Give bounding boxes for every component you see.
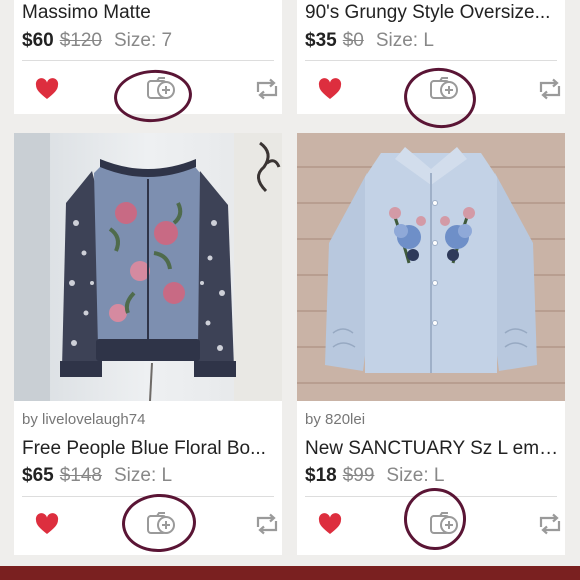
like-button[interactable] xyxy=(32,64,62,114)
add-to-bundle-icon xyxy=(147,512,175,534)
listing-original-price: $120 xyxy=(59,30,102,51)
embroidered-shirt-photo xyxy=(297,133,565,401)
listing-size: Size: L xyxy=(375,30,434,51)
divider xyxy=(305,60,557,61)
share-button[interactable] xyxy=(250,499,282,549)
add-to-bundle-icon xyxy=(147,77,175,99)
add-to-bundle-button[interactable] xyxy=(425,499,465,549)
listing-pricing: $18 $99 Size: L xyxy=(305,465,445,487)
listing-original-price: $99 xyxy=(342,465,375,486)
listing-card-90s-grungy[interactable]: 90's Grungy Style Oversize... $35 $0 Size:… xyxy=(297,0,565,114)
listing-price: $18 xyxy=(305,465,337,486)
listing-card-sanctuary-shirt[interactable]: by 820lei New SANCTUARY Sz L emb... $18 $… xyxy=(297,133,565,555)
listing-title[interactable]: 90's Grungy Style Oversize... xyxy=(305,2,561,24)
like-button[interactable] xyxy=(32,499,62,549)
divider xyxy=(22,496,274,497)
listing-card-free-people-bomber[interactable]: by livelovelaugh74 Free People Blue Flor… xyxy=(14,133,282,555)
listing-pricing: $60 $120 Size: 7 xyxy=(22,30,172,52)
seller-name[interactable]: by 820lei xyxy=(305,411,365,428)
listing-size: Size: L xyxy=(386,465,445,486)
share-button[interactable] xyxy=(250,64,282,114)
listing-price: $65 xyxy=(22,465,54,486)
add-to-bundle-icon xyxy=(430,512,458,534)
listing-size: Size: 7 xyxy=(113,30,173,51)
listing-card-massimo-matte[interactable]: Massimo Matte $60 $120 Size: 7 xyxy=(14,0,282,114)
listing-pricing: $35 $0 Size: L xyxy=(305,30,434,52)
listing-price: $35 xyxy=(305,30,337,51)
listing-original-price: $0 xyxy=(342,30,364,51)
like-button[interactable] xyxy=(315,499,345,549)
listing-pricing: $65 $148 Size: L xyxy=(22,465,172,487)
listing-photo[interactable] xyxy=(297,133,565,401)
share-icon xyxy=(256,78,278,100)
listing-title[interactable]: New SANCTUARY Sz L emb... xyxy=(305,438,561,460)
heart-icon xyxy=(35,513,59,534)
add-to-bundle-button[interactable] xyxy=(142,499,182,549)
like-button[interactable] xyxy=(315,64,345,114)
listing-title[interactable]: Free People Blue Floral Bo... xyxy=(22,438,278,460)
heart-icon xyxy=(318,513,342,534)
add-to-bundle-button[interactable] xyxy=(425,64,465,114)
divider xyxy=(22,60,274,61)
share-button[interactable] xyxy=(533,499,565,549)
share-icon xyxy=(539,513,561,535)
listing-actions xyxy=(14,499,282,549)
share-button[interactable] xyxy=(533,64,565,114)
heart-icon xyxy=(318,78,342,99)
listing-actions xyxy=(297,64,565,114)
share-icon xyxy=(539,78,561,100)
add-to-bundle-button[interactable] xyxy=(142,64,182,114)
share-icon xyxy=(256,513,278,535)
listing-title[interactable]: Massimo Matte xyxy=(22,2,278,24)
listing-original-price: $148 xyxy=(59,465,102,486)
listing-actions xyxy=(297,499,565,549)
add-to-bundle-icon xyxy=(430,77,458,99)
listing-actions xyxy=(14,64,282,114)
floral-bomber-photo xyxy=(14,133,282,401)
bottom-nav-bar xyxy=(0,566,580,580)
divider xyxy=(305,496,557,497)
listing-photo[interactable] xyxy=(14,133,282,401)
listing-price: $60 xyxy=(22,30,54,51)
heart-icon xyxy=(35,78,59,99)
listing-size: Size: L xyxy=(113,465,173,486)
seller-name[interactable]: by livelovelaugh74 xyxy=(22,411,145,428)
